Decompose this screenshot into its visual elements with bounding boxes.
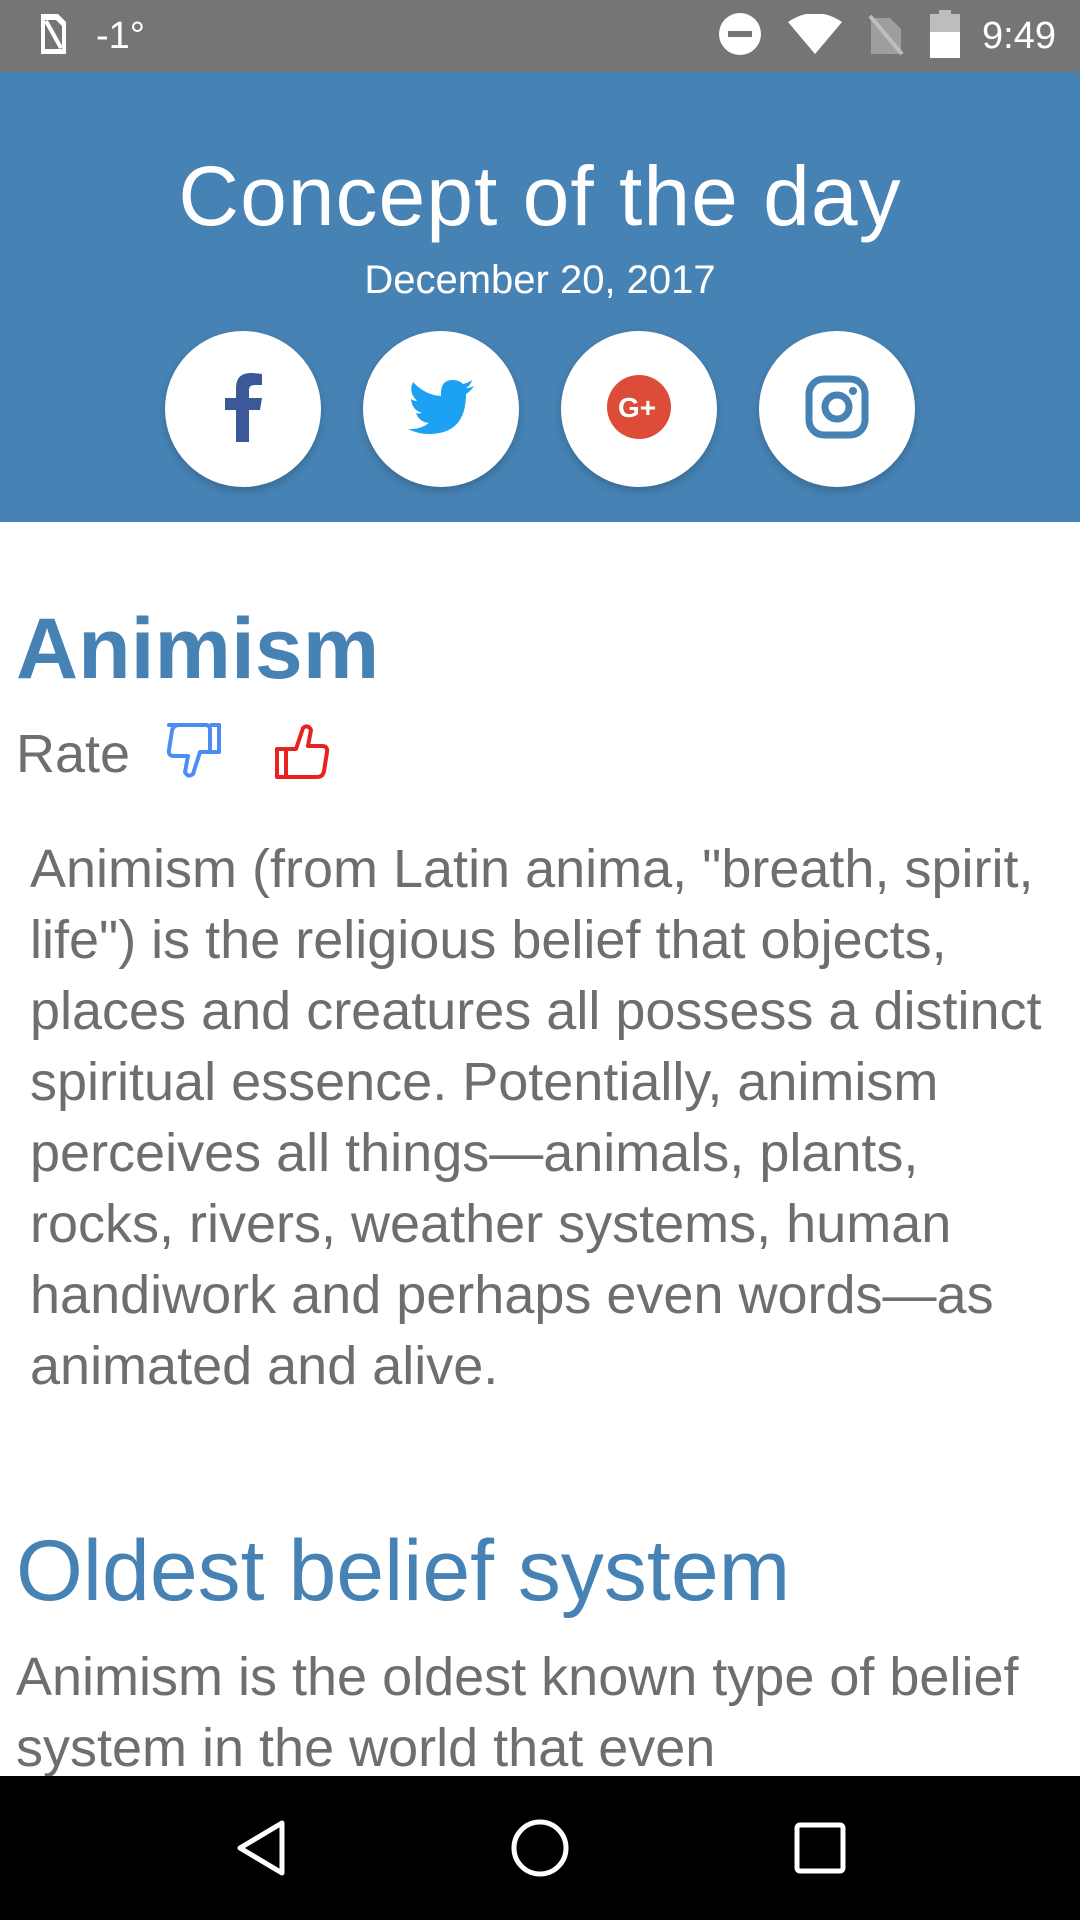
facebook-icon [223, 372, 263, 447]
thumb-down-button[interactable] [166, 722, 222, 785]
rate-label: Rate [16, 723, 131, 784]
google-plus-icon: G+ [607, 374, 671, 444]
thumb-up-icon [275, 724, 330, 779]
battery-icon [930, 9, 961, 63]
section-body: Animism is the oldest known type of beli… [16, 1647, 1019, 1776]
twitter-share-button[interactable] [363, 331, 519, 487]
thumb-up-button[interactable] [274, 722, 330, 785]
rate-row: Rate [16, 722, 330, 785]
status-left: -1° [38, 12, 145, 61]
concept-title: Animism [16, 601, 380, 697]
recents-icon [794, 1822, 846, 1874]
navigation-bar [0, 1776, 1080, 1920]
header-date: December 20, 2017 [364, 258, 716, 302]
facebook-share-button[interactable] [165, 331, 321, 487]
instagram-share-button[interactable] [759, 331, 915, 487]
wifi-icon [788, 12, 843, 59]
concept-content: Animism Rate Animism (from Latin anima, … [0, 522, 1080, 1776]
no-sim-icon [868, 12, 904, 61]
concept-header: Concept of the day December 20, 2017 G+ [0, 72, 1080, 522]
thumb-down-icon [166, 723, 222, 778]
recents-button[interactable] [780, 1808, 860, 1888]
sim-card-icon [38, 12, 68, 61]
concept-description: Animism (from Latin anima, "breath, spir… [30, 839, 1042, 1396]
twitter-icon [408, 379, 474, 439]
clock-text: 9:49 [982, 14, 1056, 57]
home-button[interactable] [500, 1808, 580, 1888]
section-heading: Oldest belief system [16, 1523, 791, 1619]
google-plus-share-button[interactable]: G+ [561, 331, 717, 487]
svg-text:G+: G+ [618, 392, 656, 423]
back-button[interactable] [220, 1808, 300, 1888]
back-icon [237, 1820, 285, 1876]
do-not-disturb-icon [718, 12, 762, 61]
header-title: Concept of the day [178, 149, 902, 243]
status-bar: -1° 9:49 [0, 0, 1080, 72]
home-icon [511, 1819, 569, 1877]
temperature-text: -1° [96, 14, 145, 57]
social-share-row: G+ [165, 331, 915, 487]
status-right: 9:49 [692, 9, 1056, 63]
instagram-icon [805, 375, 869, 444]
